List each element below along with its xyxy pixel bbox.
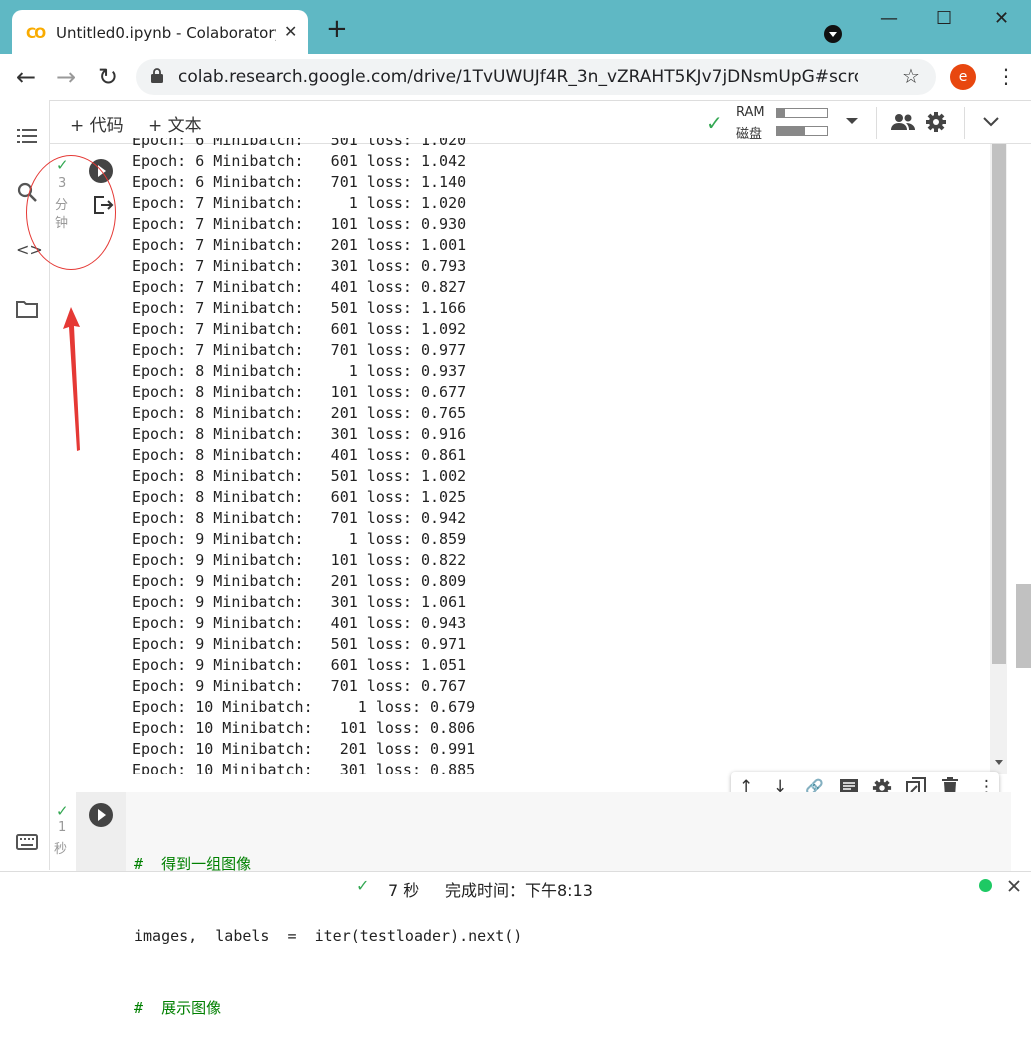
code-line: images, labels = iter(testloader).next() [134, 927, 523, 945]
cell2-code[interactable]: # 得到一组图像 images, labels = iter(testloade… [134, 804, 522, 1044]
output-line: Epoch: 7 Minibatch: 201 loss: 1.001 [132, 236, 467, 254]
add-code-button[interactable]: + 代码 [70, 111, 124, 136]
output-line: Epoch: 6 Minibatch: 501 loss: 1.020 [132, 138, 467, 149]
url-text: colab.research.google.com/drive/1TvUWUJf… [178, 67, 858, 87]
scroll-down-arrow-icon[interactable] [995, 760, 1003, 765]
output-line: Epoch: 10 Minibatch: 201 loss: 0.991 [132, 740, 476, 758]
divider [876, 107, 877, 139]
output-line: Epoch: 9 Minibatch: 701 loss: 0.767 [132, 677, 467, 695]
ram-label: RAM [736, 105, 765, 120]
output-line: Epoch: 9 Minibatch: 201 loss: 0.809 [132, 572, 467, 590]
browser-tab[interactable]: CO Untitled0.ipynb - Colaboratory ✕ [12, 10, 308, 54]
back-arrow-icon[interactable]: ← [16, 62, 36, 92]
output-line: Epoch: 8 Minibatch: 601 loss: 1.025 [132, 488, 467, 506]
output-line: Epoch: 7 Minibatch: 1 loss: 1.020 [132, 194, 467, 212]
disk-usage-bar[interactable] [776, 126, 828, 136]
status-elapsed: 7 秒 [388, 881, 420, 900]
status-close-icon[interactable] [1008, 880, 1020, 892]
collapse-chevron-icon[interactable] [983, 117, 999, 127]
window-close-button[interactable]: ✕ [994, 8, 1009, 29]
output-line: Epoch: 7 Minibatch: 601 loss: 1.092 [132, 320, 467, 338]
cell1-output: Epoch: 6 Minibatch: 501 loss: 1.020 Epoch… [132, 138, 992, 774]
output-scrollbar-thumb[interactable] [992, 144, 1006, 664]
annotation-arrow [63, 307, 80, 451]
status-bar: ✓ 7 秒 完成时间：下午8:13 [0, 871, 1031, 900]
output-line: Epoch: 8 Minibatch: 201 loss: 0.765 [132, 404, 467, 422]
output-line: Epoch: 6 Minibatch: 601 loss: 1.042 [132, 152, 467, 170]
output-line: Epoch: 10 Minibatch: 101 loss: 0.806 [132, 719, 476, 737]
cell2-run-button[interactable] [88, 802, 114, 828]
cell2-duration-num: 1 [58, 820, 67, 835]
status-completed-time: 完成时间：下午8:13 [445, 881, 593, 900]
output-line: Epoch: 8 Minibatch: 1 loss: 0.937 [132, 362, 467, 380]
output-line: Epoch: 7 Minibatch: 501 loss: 1.166 [132, 299, 467, 317]
minimize-button[interactable]: — [880, 8, 898, 29]
output-line: Epoch: 9 Minibatch: 1 loss: 0.859 [132, 530, 467, 548]
output-line: Epoch: 9 Minibatch: 601 loss: 1.051 [132, 656, 467, 674]
cell2-duration-unit: 秒 [54, 842, 68, 857]
annotation-circle [26, 155, 116, 270]
browser-titlebar: CO Untitled0.ipynb - Colaboratory ✕ + — … [0, 0, 1031, 54]
table-of-contents-icon[interactable] [17, 128, 37, 144]
connection-status-dot [979, 879, 992, 892]
output-line: Epoch: 8 Minibatch: 101 loss: 0.677 [132, 383, 467, 401]
maximize-button[interactable]: ☐ [936, 8, 952, 29]
output-line: Epoch: 7 Minibatch: 301 loss: 0.793 [132, 257, 467, 275]
output-line: Epoch: 9 Minibatch: 301 loss: 1.061 [132, 593, 467, 611]
bookmark-star-icon[interactable]: ☆ [902, 64, 920, 88]
new-tab-button[interactable]: + [326, 16, 348, 42]
lock-icon [151, 68, 163, 83]
output-line: Epoch: 9 Minibatch: 101 loss: 0.822 [132, 551, 467, 569]
profile-avatar[interactable]: e [950, 64, 976, 90]
output-line: Epoch: 6 Minibatch: 701 loss: 1.140 [132, 173, 467, 191]
output-line: Epoch: 8 Minibatch: 301 loss: 0.916 [132, 425, 467, 443]
cell2-success-icon: ✓ [56, 802, 69, 820]
files-folder-icon[interactable] [16, 300, 38, 318]
output-line: Epoch: 7 Minibatch: 101 loss: 0.930 [132, 215, 467, 233]
address-bar[interactable]: colab.research.google.com/drive/1TvUWUJf… [136, 59, 936, 95]
download-icon[interactable] [824, 25, 842, 43]
output-line: Epoch: 10 Minibatch: 1 loss: 0.679 [132, 698, 476, 716]
output-line: Epoch: 8 Minibatch: 401 loss: 0.861 [132, 446, 467, 464]
tab-close-icon[interactable]: ✕ [284, 22, 297, 41]
divider [964, 107, 965, 139]
output-line: Epoch: 9 Minibatch: 501 loss: 0.971 [132, 635, 467, 653]
runtime-dropdown-icon[interactable] [846, 118, 858, 124]
output-line: Epoch: 7 Minibatch: 701 loss: 0.977 [132, 341, 467, 359]
reload-icon[interactable]: ↻ [98, 62, 118, 92]
tab-title: Untitled0.ipynb - Colaboratory [56, 24, 276, 42]
settings-gear-icon[interactable] [925, 111, 947, 133]
code-line: # 展示图像 [134, 999, 222, 1017]
share-people-icon[interactable] [890, 113, 916, 131]
runtime-connected-icon: ✓ [706, 111, 723, 135]
output-line: Epoch: 8 Minibatch: 701 loss: 0.942 [132, 509, 467, 527]
ram-usage-bar[interactable] [776, 108, 828, 118]
output-line: Epoch: 8 Minibatch: 501 loss: 1.002 [132, 467, 467, 485]
colab-logo-icon: CO [26, 26, 46, 42]
output-line: Epoch: 9 Minibatch: 401 loss: 0.943 [132, 614, 467, 632]
forward-arrow-icon[interactable]: → [56, 62, 76, 92]
terminal-keyboard-icon[interactable] [16, 834, 38, 850]
status-success-icon: ✓ [356, 876, 370, 895]
add-text-button[interactable]: + 文本 [148, 111, 202, 136]
page-scrollbar-thumb[interactable] [1016, 584, 1031, 668]
output-line: Epoch: 7 Minibatch: 401 loss: 0.827 [132, 278, 467, 296]
browser-menu-icon[interactable]: ⋮ [996, 64, 1016, 88]
